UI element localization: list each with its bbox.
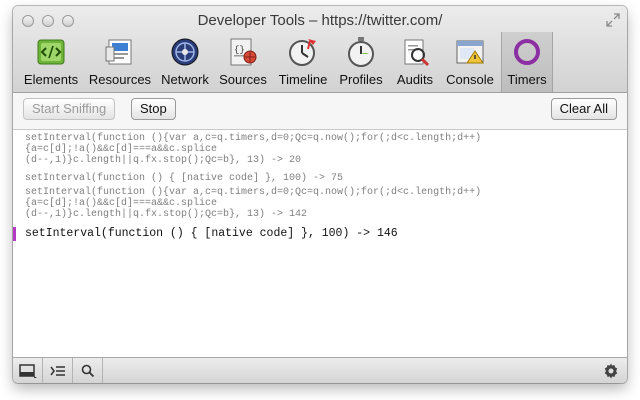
tab-resources[interactable]: Resources (87, 32, 153, 92)
active-entry-marker (13, 227, 16, 241)
stop-button[interactable]: Stop (131, 98, 176, 120)
log-entry[interactable]: setInterval(function () { [native code] … (13, 173, 343, 184)
timers-controls: Start Sniffing Stop Clear All (13, 93, 627, 130)
timers-log: setInterval(function (){var a,c=q.timers… (13, 130, 627, 356)
panel-toolbar: Elements Resources Network {} Sources Ti… (13, 32, 627, 92)
elements-icon (37, 39, 65, 65)
tab-timeline[interactable]: Timeline (275, 32, 331, 92)
console-drawer-icon (49, 366, 65, 376)
show-console-button[interactable] (43, 358, 73, 383)
timers-icon (514, 39, 540, 65)
status-bar (13, 357, 627, 383)
tab-profiles[interactable]: Profiles (337, 32, 385, 92)
svg-text:{}: {} (234, 45, 245, 55)
window-title: Developer Tools – https://twitter.com/ (197, 12, 443, 29)
network-icon (171, 38, 199, 66)
titlebar: Developer Tools – https://twitter.com/ E… (13, 6, 627, 93)
search-button[interactable] (73, 358, 103, 383)
search-icon (81, 364, 94, 378)
profiles-icon (348, 37, 374, 67)
tab-audits[interactable]: Audits (393, 32, 437, 92)
dock-icon (18, 364, 37, 378)
tab-sources[interactable]: {} Sources (217, 32, 269, 92)
clear-all-button[interactable]: Clear All (550, 98, 617, 120)
tab-network[interactable]: Network (159, 32, 211, 92)
log-entry-active[interactable]: setInterval(function () { [native code] … (13, 227, 398, 241)
console-icon (456, 40, 484, 64)
resources-icon (105, 39, 132, 65)
tab-console[interactable]: Console (443, 32, 497, 92)
gear-icon[interactable] (603, 363, 619, 379)
dock-toggle-button[interactable] (13, 358, 43, 383)
audits-icon (404, 39, 430, 67)
log-entry[interactable]: setInterval(function (){var a,c=q.timers… (13, 133, 481, 166)
sources-icon: {} (230, 38, 257, 66)
tab-timers[interactable]: Timers (501, 32, 553, 92)
log-entry[interactable]: setInterval(function (){var a,c=q.timers… (13, 187, 481, 220)
tab-elements[interactable]: Elements (24, 32, 78, 92)
fullscreen-icon[interactable] (606, 13, 620, 27)
devtools-window: Developer Tools – https://twitter.com/ E… (13, 6, 627, 383)
start-sniffing-button[interactable]: Start Sniffing (23, 98, 116, 120)
timeline-icon (289, 39, 316, 66)
